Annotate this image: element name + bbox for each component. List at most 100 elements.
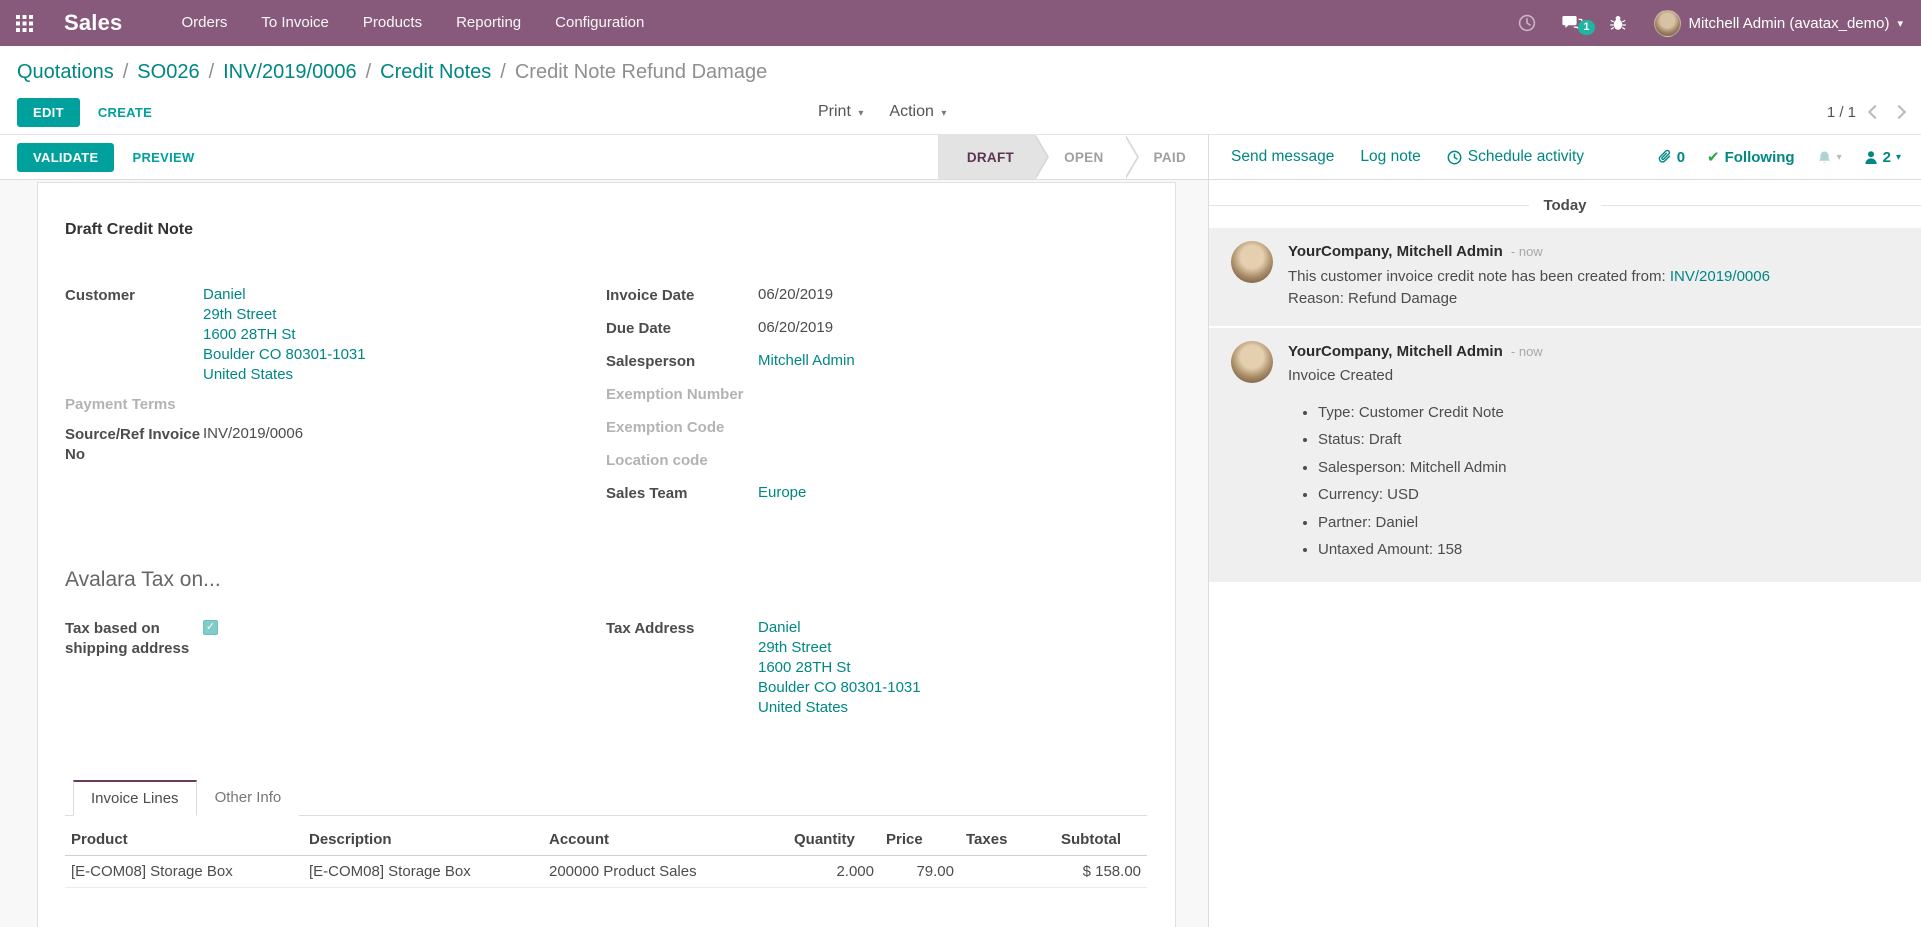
attachments-button[interactable]: 0: [1658, 149, 1685, 166]
col-header-quantity[interactable]: Quantity: [788, 824, 880, 856]
paperclip-icon: [1658, 149, 1672, 165]
bell-icon: [1817, 150, 1832, 165]
location-code-label: Location code: [606, 450, 758, 471]
preview-button[interactable]: PREVIEW: [132, 150, 194, 165]
user-menu[interactable]: Mitchell Admin (avatax_demo) ▾: [1654, 10, 1903, 37]
col-header-account[interactable]: Account: [543, 824, 788, 856]
breadcrumb-invoice[interactable]: INV/2019/0006: [223, 61, 356, 84]
action-dropdown[interactable]: Action ▾: [889, 103, 946, 121]
source-ref-value: INV/2019/0006: [203, 424, 303, 465]
chatter-message: YourCompany, Mitchell Admin - now Invoic…: [1209, 328, 1921, 582]
customer-name-link[interactable]: Daniel: [203, 285, 366, 305]
table-row[interactable]: [E-COM08] Storage Box [E-COM08] Storage …: [65, 856, 1147, 888]
tax-shipping-checkbox[interactable]: ✓: [203, 620, 218, 635]
pager-previous-icon[interactable]: [1868, 105, 1882, 119]
message-author[interactable]: YourCompany, Mitchell Admin: [1288, 243, 1503, 260]
customer-address-line[interactable]: Boulder CO 80301-1031: [203, 345, 366, 365]
exemption-code-label: Exemption Code: [606, 417, 758, 438]
check-icon: ✔: [1707, 148, 1720, 166]
invoice-origin-link[interactable]: INV/2019/0006: [1670, 268, 1770, 285]
sales-team-link[interactable]: Europe: [758, 483, 806, 503]
following-button[interactable]: ✔ Following: [1707, 148, 1795, 166]
menu-products[interactable]: Products: [346, 0, 439, 46]
salesperson-link[interactable]: Mitchell Admin: [758, 351, 855, 371]
apps-menu-button[interactable]: [0, 0, 48, 46]
follower-count: 2: [1883, 149, 1891, 166]
menu-configuration[interactable]: Configuration: [538, 0, 661, 46]
top-navbar: Sales Orders To Invoice Products Reporti…: [0, 0, 1921, 46]
tab-other-info[interactable]: Other Info: [197, 780, 300, 816]
tax-address-line[interactable]: United States: [758, 698, 921, 718]
status-step-draft[interactable]: DRAFT: [939, 135, 1036, 179]
invoice-date-value[interactable]: 06/20/2019: [758, 285, 833, 306]
tax-address-line[interactable]: Boulder CO 80301-1031: [758, 678, 921, 698]
menu-orders[interactable]: Orders: [165, 0, 245, 46]
tax-address-line[interactable]: 1600 28TH St: [758, 658, 921, 678]
activities-clock-icon[interactable]: [1505, 14, 1549, 32]
breadcrumb-separator: /: [500, 61, 506, 84]
notify-bell-button[interactable]: ▾: [1817, 150, 1842, 165]
statusbar: VALIDATE PREVIEW DRAFT OPEN PAID: [0, 134, 1208, 180]
breadcrumb-separator: /: [209, 61, 215, 84]
schedule-activity-button[interactable]: Schedule activity: [1447, 148, 1584, 166]
message-thread: Today YourCompany, Mitchell Admin - now …: [1209, 180, 1921, 927]
chatter-message: YourCompany, Mitchell Admin - now This c…: [1209, 228, 1921, 326]
app-title: Sales: [64, 10, 123, 36]
col-header-subtotal[interactable]: Subtotal: [1055, 824, 1147, 856]
edit-button[interactable]: EDIT: [17, 98, 80, 127]
tab-invoice-lines[interactable]: Invoice Lines: [73, 780, 197, 816]
breadcrumb-credit-notes[interactable]: Credit Notes: [380, 61, 491, 84]
pager-next-icon[interactable]: [1892, 105, 1906, 119]
menu-to-invoice[interactable]: To Invoice: [244, 0, 346, 46]
chatter-panel: Send message Log note Schedule activity …: [1208, 134, 1921, 927]
col-header-product[interactable]: Product: [65, 824, 303, 856]
sales-team-label: Sales Team: [606, 483, 758, 504]
print-dropdown[interactable]: Print ▾: [818, 103, 863, 121]
breadcrumb-so026[interactable]: SO026: [137, 61, 199, 84]
cell-subtotal[interactable]: $ 158.00: [1055, 856, 1147, 888]
cell-price[interactable]: 79.00: [880, 856, 960, 888]
validate-button[interactable]: VALIDATE: [17, 143, 114, 172]
breadcrumb-separator: /: [123, 61, 129, 84]
list-item: Type: Customer Credit Note: [1318, 402, 1543, 425]
create-button[interactable]: CREATE: [98, 105, 152, 120]
col-header-taxes[interactable]: Taxes: [960, 824, 1055, 856]
due-date-label: Due Date: [606, 318, 758, 339]
send-message-button[interactable]: Send message: [1231, 148, 1334, 166]
cell-description[interactable]: [E-COM08] Storage Box: [303, 856, 543, 888]
breadcrumb-quotations[interactable]: Quotations: [17, 61, 114, 84]
attachment-count: 0: [1677, 149, 1685, 166]
cell-taxes[interactable]: [960, 856, 1055, 888]
col-header-price[interactable]: Price: [880, 824, 960, 856]
message-text: Invoice Created: [1288, 365, 1543, 388]
chevron-down-icon: ▾: [1897, 17, 1903, 30]
status-step-open[interactable]: OPEN: [1036, 135, 1125, 179]
tax-address-line[interactable]: Daniel: [758, 618, 921, 638]
list-item: Untaxed Amount: 158: [1318, 539, 1543, 562]
message-time: - now: [1511, 244, 1543, 259]
col-header-description[interactable]: Description: [303, 824, 543, 856]
message-time: - now: [1511, 344, 1543, 359]
due-date-value[interactable]: 06/20/2019: [758, 318, 833, 339]
chevron-down-icon: ▾: [941, 108, 946, 119]
followers-button[interactable]: 2 ▾: [1864, 149, 1901, 166]
avatar: [1231, 341, 1273, 383]
clock-icon: [1447, 150, 1462, 165]
document-title: Draft Credit Note: [65, 221, 1147, 239]
customer-address-line[interactable]: 1600 28TH St: [203, 325, 366, 345]
source-ref-label: Source/Ref Invoice No: [65, 424, 203, 465]
cell-product[interactable]: [E-COM08] Storage Box: [65, 856, 303, 888]
list-item: Partner: Daniel: [1318, 512, 1543, 535]
log-note-button[interactable]: Log note: [1360, 148, 1420, 166]
cell-quantity[interactable]: 2.000: [788, 856, 880, 888]
messages-icon[interactable]: 1: [1549, 14, 1596, 32]
message-author[interactable]: YourCompany, Mitchell Admin: [1288, 343, 1503, 360]
tax-address-line[interactable]: 29th Street: [758, 638, 921, 658]
apps-grid-icon: [16, 15, 33, 32]
cell-account[interactable]: 200000 Product Sales: [543, 856, 788, 888]
debug-bug-icon[interactable]: [1596, 14, 1640, 32]
customer-address-line[interactable]: United States: [203, 365, 366, 385]
menu-reporting[interactable]: Reporting: [439, 0, 538, 46]
payment-terms-label: Payment Terms: [65, 394, 203, 415]
customer-address-line[interactable]: 29th Street: [203, 305, 366, 325]
